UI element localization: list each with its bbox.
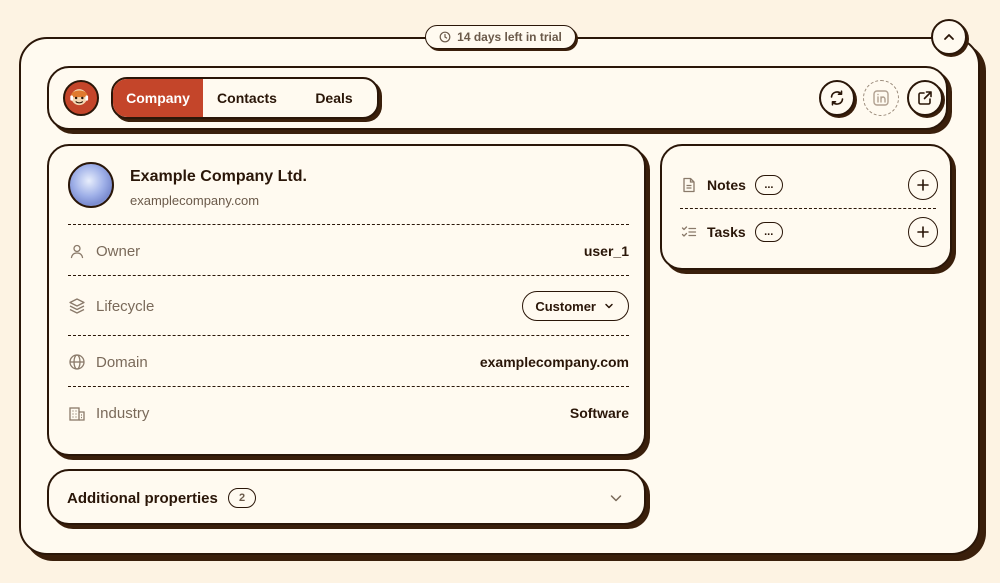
tab-deals[interactable]: Deals <box>291 79 377 117</box>
chevron-down-icon <box>608 490 624 506</box>
layers-icon <box>68 297 86 315</box>
property-row-industry: Industry Software <box>68 401 629 425</box>
checklist-icon <box>680 223 698 241</box>
tasks-more-button[interactable]: ... <box>754 222 783 242</box>
property-row-lifecycle: Lifecycle Customer <box>68 291 629 321</box>
notes-row: Notes ... <box>680 170 938 200</box>
property-row-owner: Owner user_1 <box>68 239 629 263</box>
app-logo <box>63 80 99 116</box>
chevron-down-icon <box>604 301 614 311</box>
add-task-button[interactable] <box>908 217 938 247</box>
tab-company[interactable]: Company <box>113 79 203 117</box>
lifecycle-label: Lifecycle <box>96 297 155 315</box>
domain-label: Domain <box>96 353 148 371</box>
domain-value[interactable]: examplecompany.com <box>480 354 629 370</box>
tab-contacts[interactable]: Contacts <box>203 79 291 117</box>
additional-properties-toggle[interactable]: Additional properties 2 <box>47 469 646 525</box>
divider <box>68 275 629 276</box>
header-bar: Company Contacts Deals <box>47 66 948 130</box>
owner-value[interactable]: user_1 <box>584 243 629 259</box>
refresh-icon <box>828 89 846 107</box>
notes-more-button[interactable]: ... <box>754 175 783 195</box>
clock-icon <box>439 31 451 43</box>
chevron-up-icon <box>942 30 956 44</box>
additional-properties-title: Additional properties <box>67 490 218 507</box>
external-link-icon <box>916 89 934 107</box>
building-icon <box>68 404 86 422</box>
document-icon <box>680 176 698 194</box>
linkedin-button[interactable] <box>863 80 899 116</box>
company-card: Example Company Ltd. examplecompany.com … <box>47 144 646 456</box>
tab-group: Company Contacts Deals <box>111 77 379 119</box>
industry-value[interactable]: Software <box>570 405 629 421</box>
company-name: Example Company Ltd. <box>130 168 307 185</box>
lifecycle-value: Customer <box>535 298 596 314</box>
divider <box>68 386 629 387</box>
collapse-button[interactable] <box>931 19 967 55</box>
open-external-button[interactable] <box>907 80 943 116</box>
company-domain-subtitle: examplecompany.com <box>130 193 260 208</box>
plus-icon <box>916 225 930 239</box>
notes-label[interactable]: Notes <box>707 177 746 193</box>
linkedin-icon <box>872 89 890 107</box>
divider <box>68 224 629 225</box>
company-avatar <box>68 162 114 208</box>
user-icon <box>68 242 86 260</box>
divider <box>68 335 629 336</box>
tasks-label[interactable]: Tasks <box>707 224 746 240</box>
lifecycle-select[interactable]: Customer <box>522 291 629 321</box>
property-row-domain: Domain examplecompany.com <box>68 350 629 374</box>
additional-properties-count: 2 <box>228 488 256 508</box>
industry-label: Industry <box>96 404 150 422</box>
notes-tasks-card: Notes ... Tasks ... <box>660 144 952 270</box>
globe-icon <box>68 353 86 371</box>
refresh-button[interactable] <box>819 80 855 116</box>
trial-text: 14 days left in trial <box>457 30 562 44</box>
owner-label: Owner <box>96 242 141 260</box>
plus-icon <box>916 178 930 192</box>
divider <box>680 208 936 209</box>
trial-badge: 14 days left in trial <box>425 25 576 49</box>
tasks-row: Tasks ... <box>680 217 938 247</box>
add-note-button[interactable] <box>908 170 938 200</box>
